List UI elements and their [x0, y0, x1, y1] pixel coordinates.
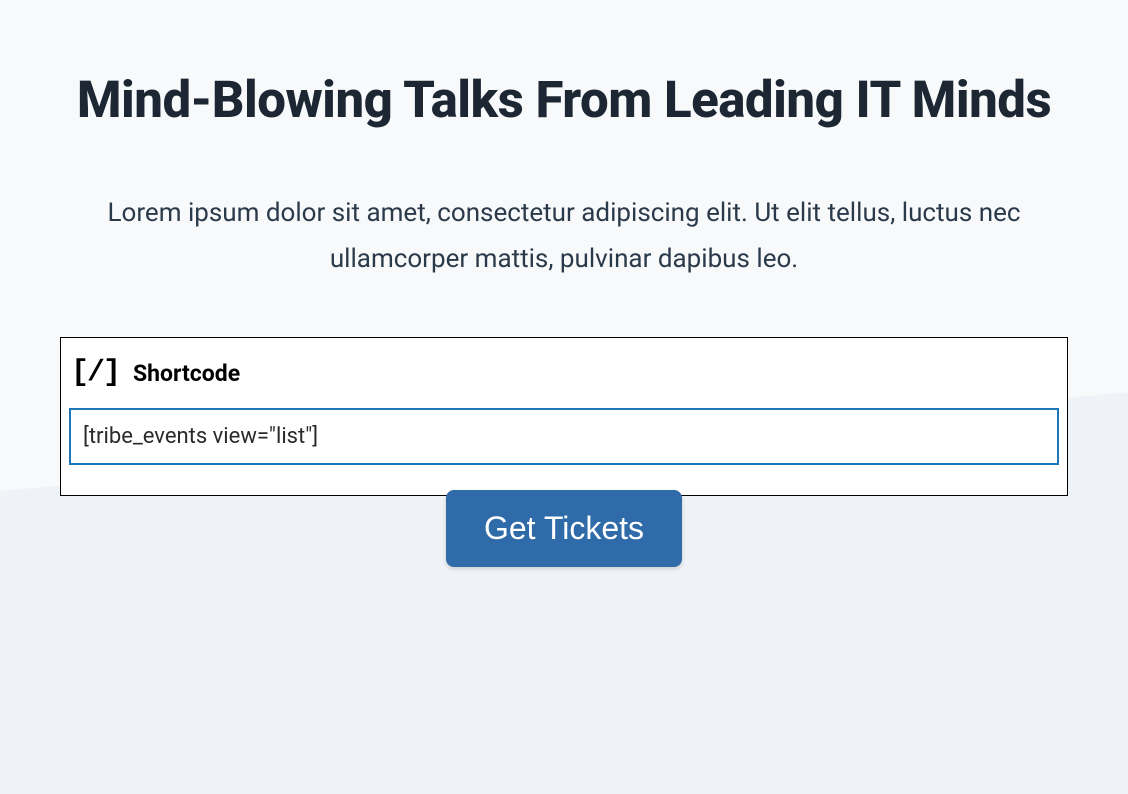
page-description: Lorem ipsum dolor sit amet, consectetur …	[60, 191, 1068, 282]
page-heading: Mind-Blowing Talks From Leading IT Minds	[60, 70, 1068, 131]
widget-header: [/] Shortcode	[61, 338, 1067, 408]
widget-title: Shortcode	[133, 360, 240, 387]
get-tickets-button[interactable]: Get Tickets	[446, 490, 682, 567]
shortcode-input-wrap	[61, 408, 1067, 495]
shortcode-input[interactable]	[69, 408, 1059, 465]
shortcode-widget[interactable]: [/] Shortcode	[60, 337, 1068, 496]
shortcode-icon: [/]	[71, 358, 119, 388]
